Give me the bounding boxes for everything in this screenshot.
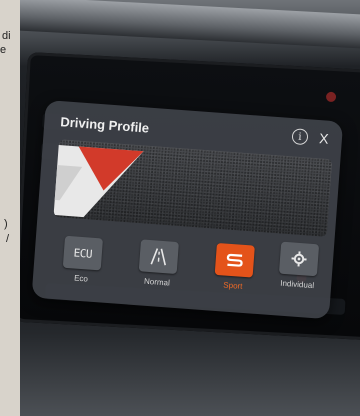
sport-icon	[214, 242, 255, 278]
dialog-title: Driving Profile	[59, 114, 150, 136]
sport-glyph	[226, 253, 243, 267]
gear-icon	[278, 241, 320, 277]
profile-label: Normal	[143, 276, 171, 288]
eco-icon: ECU	[62, 235, 104, 271]
background-indicator	[325, 91, 337, 103]
road-icon	[138, 239, 179, 275]
doc-line: di	[2, 30, 11, 42]
doc-line: /	[6, 233, 10, 245]
profile-hero-image	[53, 139, 333, 237]
profile-label: Sport	[223, 280, 243, 291]
close-icon[interactable]: X	[315, 130, 332, 147]
profile-individual-button[interactable]: Individual	[267, 241, 330, 291]
dashboard-trim	[20, 0, 360, 50]
profile-label: Eco	[73, 273, 89, 284]
info-icon[interactable]: i	[291, 128, 309, 146]
profile-normal-button[interactable]: Normal	[127, 239, 190, 289]
driving-profile-dialog: Driving Profile i X ECU Eco Normal Sport…	[31, 100, 344, 320]
close-glyph: X	[318, 130, 330, 147]
document-fragment: di e ) /	[0, 0, 20, 416]
car-dashboard-photo: Driving Profile i X ECU Eco Normal Sport…	[20, 0, 360, 416]
racing-flag-graphic	[53, 144, 144, 218]
profile-sport-button[interactable]: Sport	[203, 242, 266, 292]
doc-line: e	[0, 44, 7, 56]
doc-line: )	[4, 218, 8, 230]
eco-tile-text: ECU	[73, 245, 93, 261]
profile-selector: ECU Eco Normal Sport Individual	[50, 231, 332, 311]
profile-label: Individual	[279, 278, 315, 291]
page-indicator	[216, 411, 229, 416]
road-glyph	[150, 248, 167, 266]
info-glyph: i	[297, 131, 302, 143]
gear-glyph	[291, 251, 307, 267]
profile-eco-button[interactable]: ECU Eco	[51, 235, 114, 285]
